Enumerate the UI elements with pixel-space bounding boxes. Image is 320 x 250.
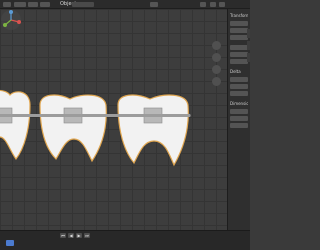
rotation-z-field[interactable] [230,59,248,64]
scale-y-field[interactable] [230,84,248,89]
transform-section[interactable]: Transform [230,13,248,18]
location-z-field[interactable] [230,35,248,40]
header-bar: Object [0,0,250,9]
scale-z-field[interactable] [230,91,248,96]
camera-icon[interactable] [212,65,221,74]
sidebar-tab-view[interactable] [247,53,250,62]
scene-render [0,89,191,167]
delta-section[interactable]: Delta [230,69,248,74]
properties-sidebar: Transform Delta Dimensions [227,9,250,230]
axis-gizmo-icon[interactable] [0,9,22,31]
select-menu[interactable] [28,2,38,7]
playhead[interactable] [6,240,14,246]
play-reverse-button[interactable]: ◀ [68,233,74,238]
dimension-z-field[interactable] [230,123,248,128]
dimension-x-field[interactable] [230,109,248,114]
grid-icon[interactable] [212,77,221,86]
sidebar-tab-item[interactable] [247,29,250,38]
location-y-field[interactable] [230,28,248,33]
rotation-y-field[interactable] [230,52,248,57]
sidebar-tab-tool[interactable] [247,41,250,50]
zoom-icon[interactable] [212,41,221,50]
location-x-field[interactable] [230,21,248,26]
view-menu[interactable] [14,2,26,7]
jump-end-button[interactable]: ⏭ [84,233,90,238]
tooth-right [117,94,189,167]
shading-button[interactable] [219,2,225,7]
dimensions-section[interactable]: Dimensions [230,101,248,106]
add-menu[interactable] [40,2,50,7]
3d-viewport[interactable] [0,9,227,230]
arch-wire [0,114,190,117]
tooth-middle [39,94,107,163]
overlay-button[interactable] [200,2,206,7]
transform-orientation-button[interactable] [150,2,158,7]
tooth-left [0,89,31,160]
timeline-bar: ⏮ ◀ ▶ ⏭ [0,230,250,250]
dimension-y-field[interactable] [230,116,248,121]
jump-start-button[interactable]: ⏮ [60,233,66,238]
playback-controls: ⏮ ◀ ▶ ⏭ [60,233,90,238]
scale-x-field[interactable] [230,77,248,82]
rotation-x-field[interactable] [230,45,248,50]
mode-dropdown[interactable] [72,2,94,7]
pan-icon[interactable] [212,53,221,62]
editor-type-button[interactable] [3,2,11,7]
play-button[interactable]: ▶ [76,233,82,238]
xray-button[interactable] [210,2,216,7]
